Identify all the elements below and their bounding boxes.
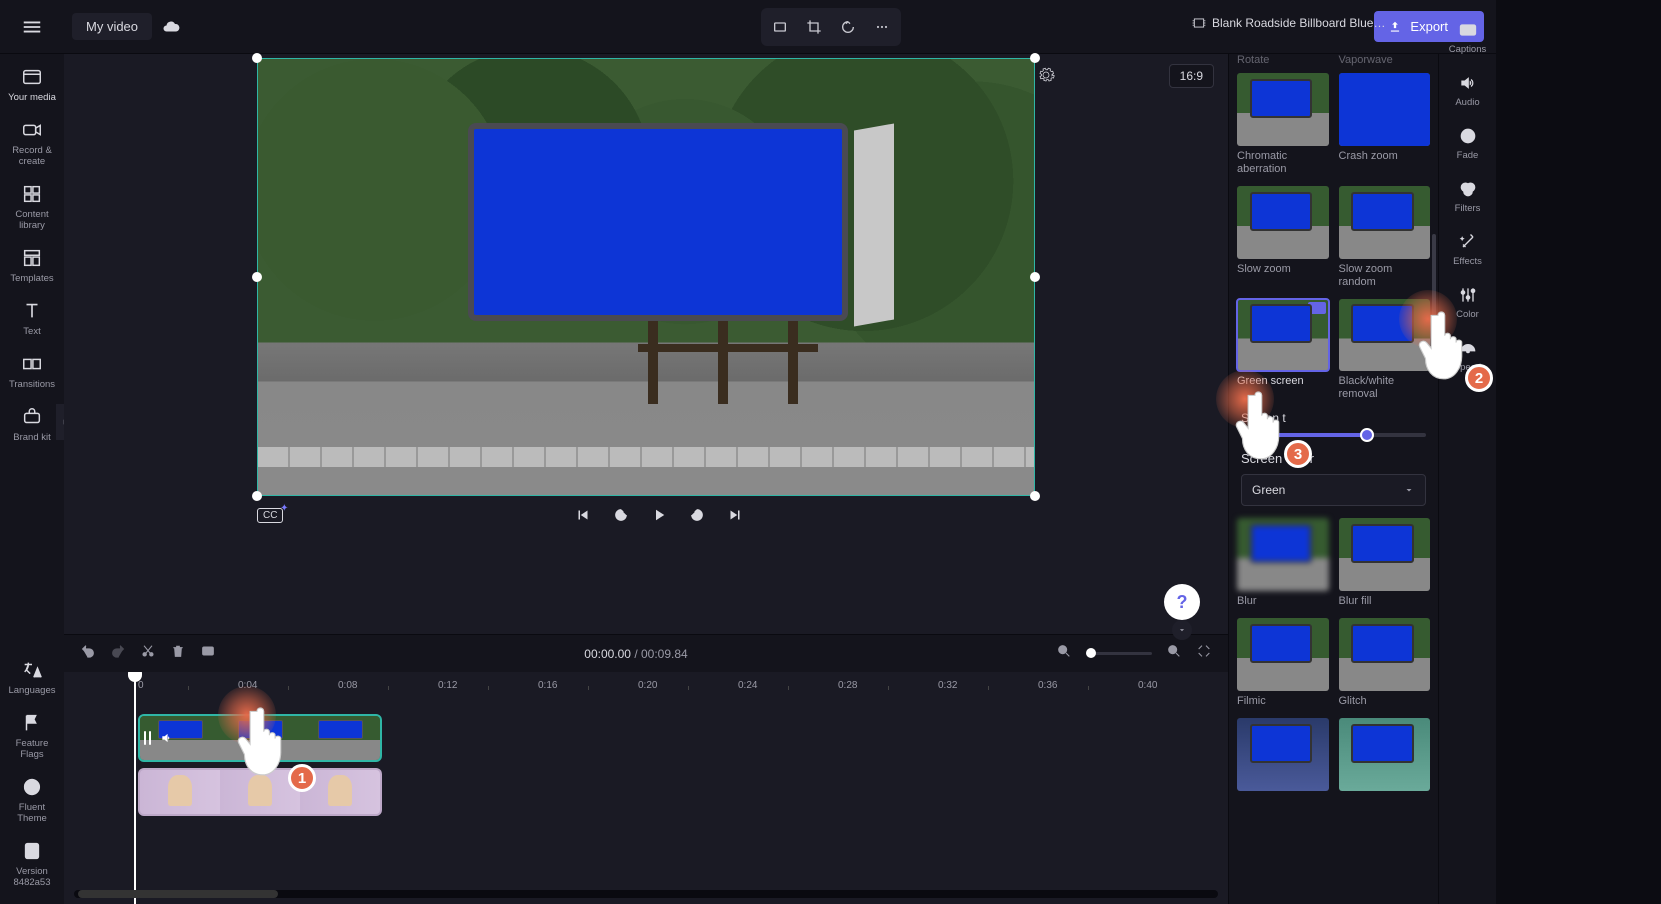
cut-button[interactable] (140, 643, 156, 664)
zoom-in-button[interactable] (1166, 643, 1182, 664)
threshold-slider[interactable] (1241, 433, 1426, 437)
crop-button[interactable] (799, 12, 829, 42)
chevron-down-icon (1403, 484, 1415, 496)
screen-color-dropdown[interactable]: Green (1241, 474, 1426, 506)
sidebar-item-feature-flags[interactable]: Feature Flags (4, 712, 60, 760)
effect-glitch[interactable] (1339, 618, 1431, 691)
delete-button[interactable] (170, 643, 186, 664)
zoom-slider[interactable] (1086, 652, 1152, 655)
captions-toggle[interactable]: CC✦ (257, 508, 283, 523)
canvas-stage[interactable] (257, 58, 1035, 496)
effect-filmic[interactable] (1237, 618, 1329, 691)
play-button[interactable] (648, 504, 670, 526)
sidebar-item-fluent-theme[interactable]: Fluent Theme (4, 776, 60, 824)
forward-5-button[interactable]: 5 (686, 504, 708, 526)
effect-slow-zoom-random[interactable] (1339, 186, 1431, 259)
timecode: 00:00.00 / 00:09.84 (230, 647, 1042, 661)
ruler-tick: 0:16 (538, 680, 557, 691)
ruler-tick: 0:12 (438, 680, 457, 691)
rightrail-filters[interactable]: Filters (1443, 175, 1493, 214)
skip-start-button[interactable] (572, 504, 594, 526)
applied-badge-icon (1308, 302, 1326, 314)
screen-color-label: Screen color (1237, 451, 1430, 466)
fit-button[interactable] (765, 12, 795, 42)
playhead[interactable] (134, 672, 136, 904)
ruler-tick: 0:36 (1038, 680, 1057, 691)
svg-text:CC: CC (1463, 28, 1473, 35)
sidebar-item-languages[interactable]: Languages (4, 659, 60, 696)
redo-button[interactable] (110, 643, 126, 664)
timeline-ruler[interactable]: 0 0:04 0:08 0:12 0:16 0:20 0:24 0:28 0:32 0:36 0:4… (64, 672, 1228, 700)
timeline-clip-person[interactable] (138, 768, 382, 816)
rightrail-effects[interactable]: Effects (1443, 228, 1493, 267)
effect-blur-fill[interactable] (1339, 518, 1431, 591)
rightrail-adjust-colors[interactable]: Color (1443, 281, 1493, 320)
resize-handle[interactable] (1030, 53, 1040, 63)
ruler-tick: 0 (138, 680, 144, 691)
svg-text:5: 5 (619, 514, 622, 520)
cloud-sync-icon (162, 18, 180, 36)
timeline-clip-billboard[interactable] (138, 714, 382, 762)
rewind-5-button[interactable]: 5 (610, 504, 632, 526)
effect-more-1[interactable] (1237, 718, 1329, 791)
ruler-tick: 0:28 (838, 680, 857, 691)
undo-button[interactable] (80, 643, 96, 664)
rightrail-captions[interactable]: CCCaptions (1443, 16, 1493, 55)
ruler-tick: 0:32 (938, 680, 957, 691)
hamburger-menu[interactable] (0, 0, 64, 53)
skip-end-button[interactable] (724, 504, 746, 526)
ruler-tick: 0:04 (238, 680, 257, 691)
sidebar-item-templates[interactable]: Templates (4, 247, 60, 284)
rightrail-fade[interactable]: Fade (1443, 122, 1493, 161)
resize-handle[interactable] (1030, 272, 1040, 282)
sidebar-item-text[interactable]: Text (4, 300, 60, 337)
sidebar-item-transitions[interactable]: Transitions (4, 353, 60, 390)
rotate-button[interactable] (833, 12, 863, 42)
sidebar-item-content-library[interactable]: Content library (4, 183, 60, 231)
selected-clip-title: Blank Roadside Billboard Blue S... (1192, 16, 1388, 30)
zoom-out-button[interactable] (1056, 643, 1072, 664)
threshold-label: Screen t (1237, 411, 1430, 425)
effect-bw-removal[interactable] (1339, 299, 1431, 372)
project-name[interactable]: My video (72, 13, 152, 40)
pause-icon (144, 731, 151, 745)
split-button[interactable] (200, 643, 216, 664)
effect-slow-zoom[interactable] (1237, 186, 1329, 259)
rightrail-speed[interactable]: Speed (1443, 334, 1493, 373)
effect-chromatic-aberration[interactable] (1237, 73, 1329, 146)
effect-crash-zoom[interactable] (1339, 73, 1431, 146)
resize-handle[interactable] (252, 53, 262, 63)
zoom-fit-button[interactable] (1196, 643, 1212, 664)
resize-handle[interactable] (252, 272, 262, 282)
help-button[interactable]: ? (1164, 584, 1200, 620)
sidebar-item-version[interactable]: Version 8482a53 (4, 840, 60, 888)
sidebar-item-brand-kit[interactable]: Brand kit (4, 406, 60, 443)
sidebar-item-your-media[interactable]: Your media (4, 66, 60, 103)
canvas-settings-icon[interactable] (1037, 66, 1055, 84)
ruler-tick: 0:20 (638, 680, 657, 691)
sidebar-item-record-create[interactable]: Record & create (4, 119, 60, 167)
ruler-tick: 0:24 (738, 680, 757, 691)
effect-more-2[interactable] (1339, 718, 1431, 791)
aspect-ratio-button[interactable]: 16:9 (1169, 64, 1214, 88)
help-chevron[interactable] (1172, 620, 1192, 640)
svg-text:5: 5 (695, 514, 698, 520)
ruler-tick: 0:40 (1138, 680, 1157, 691)
effect-blur[interactable] (1237, 518, 1329, 591)
effects-scrollbar[interactable] (1432, 234, 1436, 354)
timeline-scrollbar[interactable] (74, 890, 1218, 898)
rightrail-audio[interactable]: Audio (1443, 69, 1493, 108)
speaker-icon (160, 731, 174, 745)
ruler-tick: 0:08 (338, 680, 357, 691)
panel-collapse-icon[interactable] (1228, 404, 1231, 418)
more-button[interactable] (867, 12, 897, 42)
effect-green-screen[interactable] (1237, 299, 1329, 372)
billboard-bluescreen (468, 123, 848, 321)
